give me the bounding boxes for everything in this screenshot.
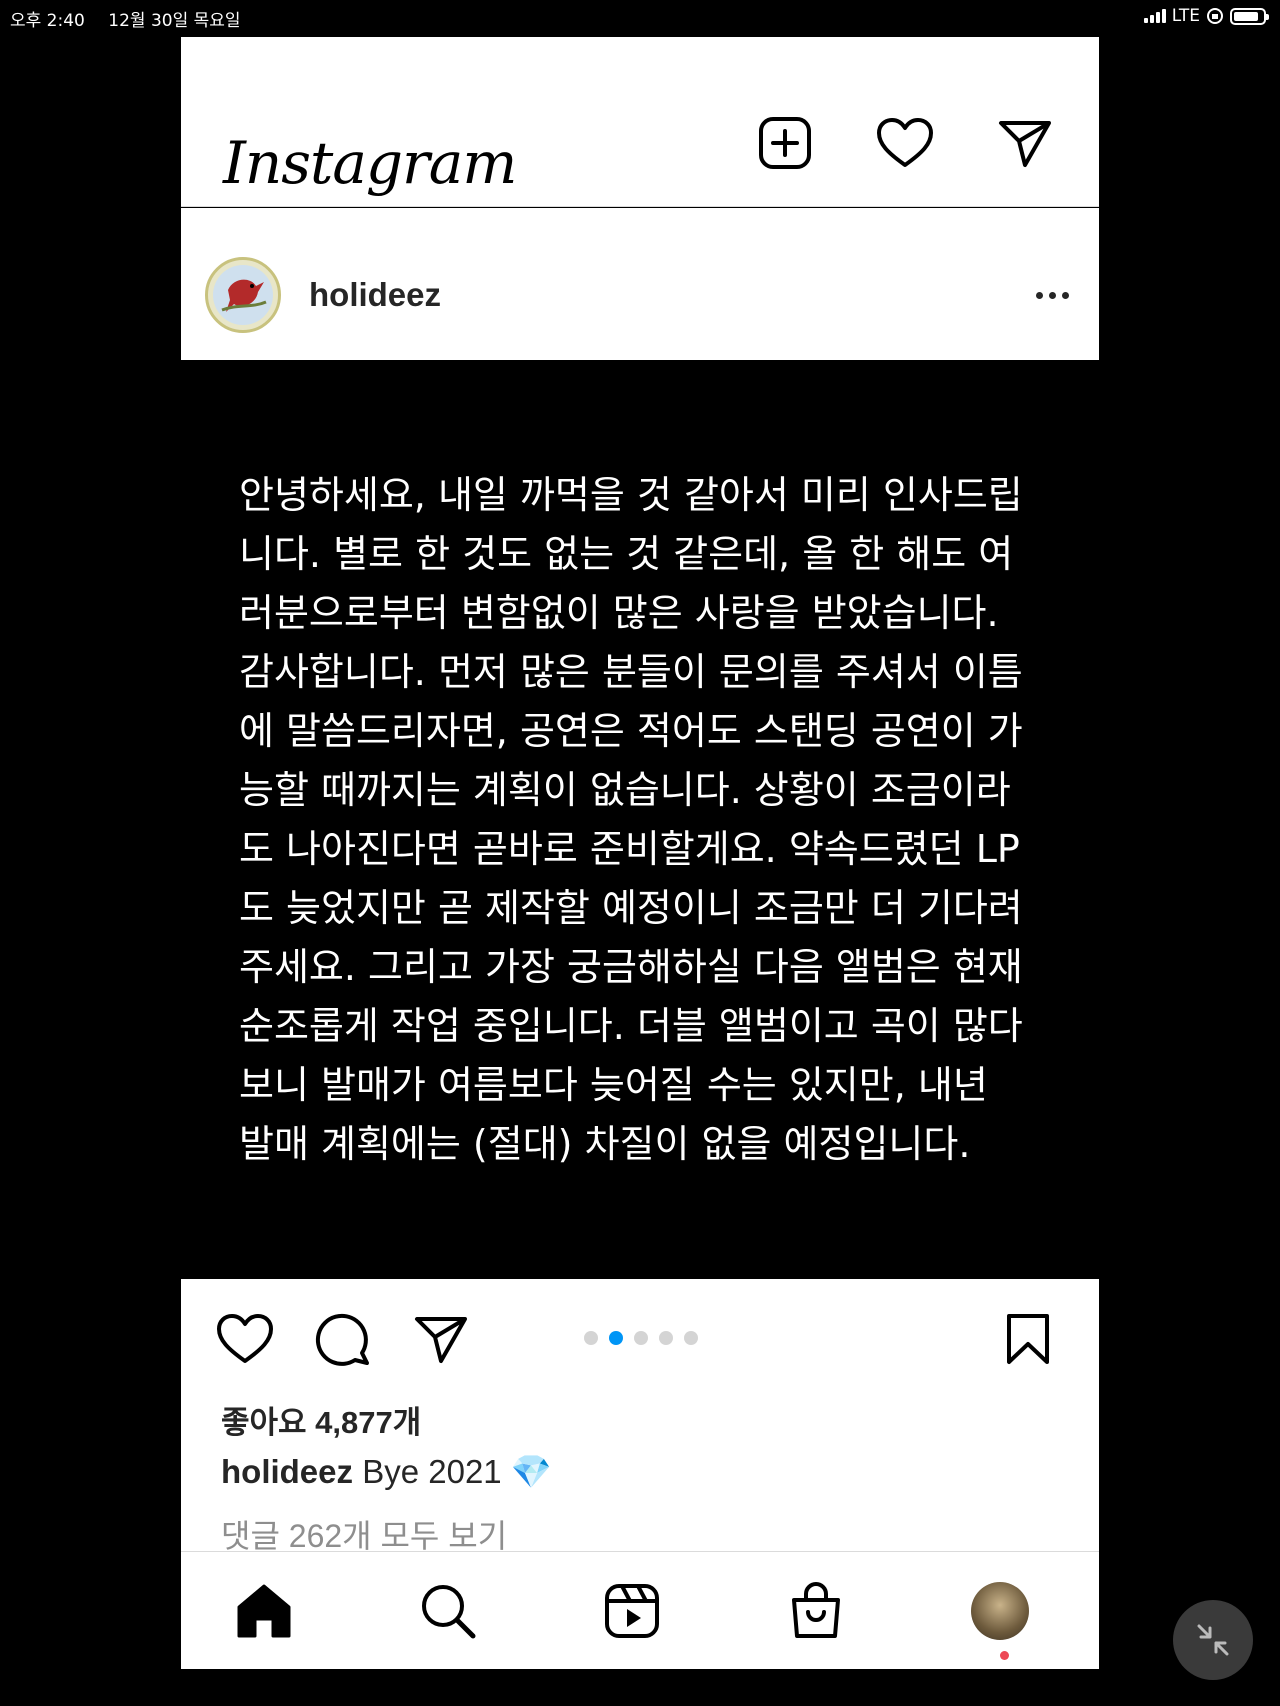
caption-username[interactable]: holideez	[221, 1453, 353, 1490]
post-image[interactable]: 안녕하세요, 내일 까먹을 것 같아서 미리 인사드립니다. 별로 한 것도 없…	[181, 360, 1099, 1278]
post-text-line: 도 늦었지만 곧 제작할 예정이니 조금만 더 기다려	[239, 886, 1023, 930]
bookmark-icon[interactable]	[998, 1309, 1058, 1369]
more-options-icon[interactable]	[1036, 292, 1069, 299]
post-text-line: 도 나아진다면 곧바로 준비할게요. 약속드렸던 LP	[239, 827, 1020, 871]
carousel-indicator	[584, 1331, 698, 1345]
post-text-line: 안녕하세요, 내일 까먹을 것 같아서 미리 인사드립	[239, 473, 1023, 517]
post-text-line: 주세요. 그리고 가장 궁금해하실 다음 앨범은 현재	[239, 945, 1023, 989]
post-text-line: 러분으로부터 변함없이 많은 사랑을 받았습니다.	[239, 591, 999, 635]
shop-icon[interactable]	[781, 1578, 851, 1644]
likes-count[interactable]: 좋아요 4,877개	[221, 1397, 421, 1442]
new-post-icon[interactable]	[755, 113, 815, 173]
profile-avatar	[971, 1582, 1029, 1640]
profile-tab[interactable]	[965, 1578, 1035, 1644]
caption-text: Bye 2021	[362, 1453, 502, 1490]
direct-message-icon[interactable]	[995, 113, 1055, 173]
caption: holideez Bye 2021 💎	[221, 1453, 552, 1492]
post-image-text: 안녕하세요, 내일 까먹을 것 같아서 미리 인사드립니다. 별로 한 것도 없…	[239, 466, 1039, 1174]
post-username[interactable]: holideez	[309, 276, 441, 314]
status-time: 오후 2:40	[10, 11, 85, 31]
instagram-logo: Instagram	[223, 129, 517, 197]
comment-icon[interactable]	[313, 1309, 373, 1369]
carousel-dot	[634, 1331, 648, 1345]
share-icon[interactable]	[411, 1309, 471, 1369]
post-text-line: 감사합니다. 먼저 많은 분들이 문의를 주셔서 이틈	[239, 650, 1023, 694]
like-icon[interactable]	[215, 1309, 275, 1369]
signal-icon	[1143, 9, 1166, 23]
diamond-emoji: 💎	[510, 1453, 552, 1490]
home-icon[interactable]	[229, 1578, 299, 1644]
user-avatar[interactable]	[205, 257, 281, 333]
search-icon[interactable]	[413, 1578, 483, 1644]
reels-icon[interactable]	[597, 1578, 667, 1644]
post-header: holideez	[181, 208, 1099, 360]
carousel-dot	[584, 1331, 598, 1345]
carousel-dot	[684, 1331, 698, 1345]
status-bar: 오후 2:40 12월 30일 목요일 LTE	[0, 0, 1280, 34]
post-text-line: 순조롭게 작업 중입니다. 더블 앨범이고 곡이 많다	[239, 1004, 1023, 1048]
carousel-dot	[659, 1331, 673, 1345]
post-text-line: 발매 계획에는 (절대) 차질이 없을 예정입니다.	[239, 1122, 971, 1166]
post-text-line: 니다. 별로 한 것도 없는 것 같은데, 올 한 해도 여	[239, 532, 1014, 576]
post-text-line: 보니 발매가 여름보다 늦어질 수는 있지만, 내년	[239, 1063, 988, 1107]
post-text-line: 능할 때까지는 계획이 없습니다. 상황이 조금이라	[239, 768, 1011, 812]
bottom-tab-bar	[181, 1551, 1099, 1669]
instagram-header: Instagram	[181, 37, 1099, 207]
post-actions: 좋아요 4,877개 holideez Bye 2021 💎 댓글 262개 모…	[181, 1279, 1099, 1554]
battery-icon	[1230, 7, 1269, 25]
notification-dot	[1000, 1651, 1009, 1660]
heart-icon[interactable]	[875, 113, 935, 173]
carousel-dot	[609, 1331, 623, 1345]
network-label: LTE	[1171, 6, 1200, 26]
post-text-line: 에 말씀드리자면, 공연은 적어도 스탠딩 공연이 가	[239, 709, 1023, 753]
status-date: 12월 30일 목요일	[108, 11, 241, 31]
collapse-icon[interactable]	[1173, 1600, 1253, 1680]
orientation-lock-icon	[1207, 8, 1223, 24]
